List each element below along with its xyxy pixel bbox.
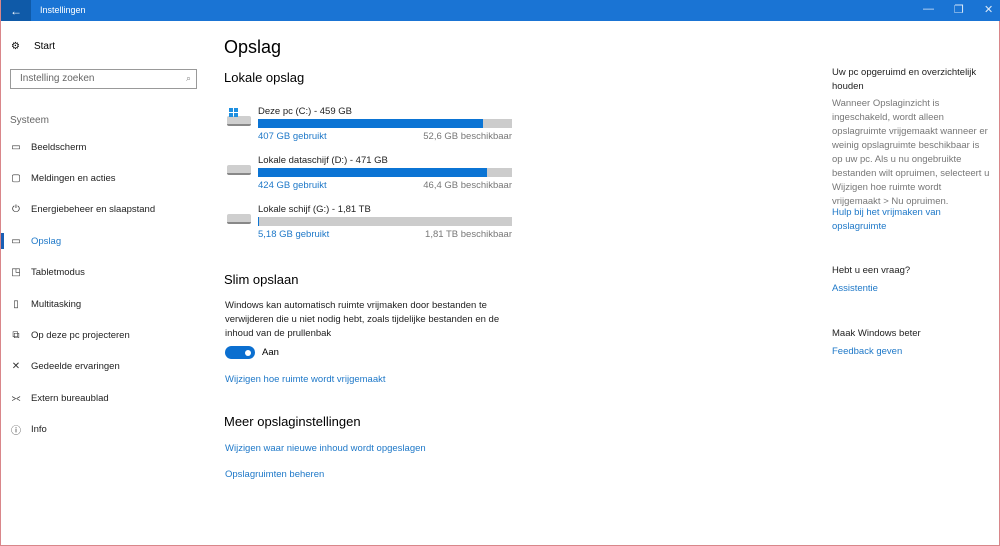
drive-used: 424 GB gebruikt <box>258 180 327 191</box>
tidy-heading: Uw pc opgeruimd en overzichtelijk houden <box>832 67 977 92</box>
search-placeholder: Instelling zoeken <box>20 73 95 84</box>
back-arrow-icon: ← <box>10 3 22 18</box>
sidebar-item-gedeelde-ervaringen[interactable]: ✕ Gedeelde ervaringen <box>1 357 211 377</box>
title-bar: ← Instellingen — ❐ ✕ <box>1 0 1000 21</box>
search-icon[interactable]: ⌕ <box>186 73 191 84</box>
drive-icon <box>227 214 251 224</box>
local-storage-heading: Lokale opslag <box>224 70 305 85</box>
drive-item[interactable]: Lokale schijf (G:) - 1,81 TB 5,18 GB geb… <box>225 204 515 244</box>
drive-used: 5,18 GB gebruikt <box>258 229 330 240</box>
gear-icon: ⚙ <box>11 41 20 52</box>
drive-free: 46,4 GB beschikbaar <box>423 180 512 191</box>
improve-heading: Maak Windows beter <box>832 328 921 339</box>
drive-usage-fill <box>258 217 259 226</box>
manage-storage-spaces-link[interactable]: Opslagruimten beheren <box>225 469 324 480</box>
drive-item[interactable]: Lokale dataschijf (D:) - 471 GB 424 GB g… <box>225 155 515 195</box>
drive-name: Lokale schijf (G:) - 1,81 TB <box>258 204 371 215</box>
sidebar-item-op-deze-pc-projecteren[interactable]: ⧉ Op deze pc projecteren <box>1 325 211 345</box>
drive-used: 407 GB gebruikt <box>258 131 327 142</box>
smart-storage-heading: Slim opslaan <box>224 272 299 287</box>
drive-icon <box>227 116 251 126</box>
assistance-link[interactable]: Assistentie <box>832 283 878 294</box>
feedback-link[interactable]: Feedback geven <box>832 346 902 357</box>
free-space-help-link[interactable]: Hulp bij het vrijmaken van opslagruimte <box>832 206 982 234</box>
change-free-space-link[interactable]: Wijzigen hoe ruimte wordt vrijgemaakt <box>225 374 386 385</box>
storage-icon: ▭ <box>11 235 21 247</box>
drive-name: Lokale dataschijf (D:) - 471 GB <box>258 155 388 166</box>
maximize-button[interactable]: ❐ <box>954 3 964 16</box>
drive-item[interactable]: Deze pc (C:) - 459 GB 407 GB gebruikt 52… <box>225 106 515 146</box>
sidebar-item-multitasking[interactable]: ▯ Multitasking <box>1 294 211 314</box>
minimize-button[interactable]: — <box>923 3 934 15</box>
windows-logo-icon <box>229 108 238 117</box>
smart-storage-description: Windows kan automatisch ruimte vrijmaken… <box>225 300 500 339</box>
sidebar-item-tabletmodus[interactable]: ◳ Tabletmodus <box>1 263 211 283</box>
sidebar-item-label: Opslag <box>31 235 62 247</box>
more-storage-heading: Meer opslaginstellingen <box>224 414 361 429</box>
change-save-location-link[interactable]: Wijzigen waar nieuwe inhoud wordt opgesl… <box>225 443 426 454</box>
section-label: Systeem <box>10 115 49 126</box>
sidebar-item-label: Beeldscherm <box>31 141 87 153</box>
sidebar-item-info[interactable]: ⓘ Info <box>1 420 211 440</box>
sidebar-item-label: Energiebeheer en slaapstand <box>31 204 156 216</box>
page-title: Opslag <box>224 37 282 57</box>
sidebar-item-label: Tabletmodus <box>31 267 85 279</box>
drive-usage-bar <box>258 217 512 226</box>
sidebar-item-label: Gedeelde ervaringen <box>31 361 120 373</box>
toggle-state-label: Aan <box>262 347 279 358</box>
notification-icon: ▢ <box>11 172 21 184</box>
drive-free: 1,81 TB beschikbaar <box>425 229 512 240</box>
back-button[interactable]: ← <box>1 0 31 21</box>
search-input[interactable]: Instelling zoeken ⌕ <box>10 69 197 89</box>
sidebar-item-opslag[interactable]: ▭ Opslag <box>1 231 211 251</box>
smart-storage-toggle[interactable] <box>225 346 255 359</box>
sidebar-item-label: Extern bureaublad <box>31 392 109 404</box>
drive-icon <box>227 165 251 175</box>
monitor-icon: ▭ <box>11 141 21 153</box>
tidy-text: Wanneer Opslaginzicht is ingeschakeld, w… <box>832 98 990 207</box>
sidebar-item-label: Info <box>31 424 47 436</box>
power-icon: ⏻ <box>12 204 20 216</box>
tablet-icon: ◳ <box>11 267 21 279</box>
sidebar-item-label: Op deze pc projecteren <box>31 329 130 341</box>
sidebar-item-label: Multitasking <box>31 298 82 310</box>
sidebar-item-beeldscherm[interactable]: ▭ Beeldscherm <box>1 137 211 157</box>
remote-desktop-icon: ⪥ <box>11 392 21 404</box>
question-heading: Hebt u een vraag? <box>832 265 911 276</box>
sidebar-item-meldingen-en-acties[interactable]: ▢ Meldingen en acties <box>1 168 211 188</box>
sidebar-start[interactable]: ⚙ Start <box>11 41 55 52</box>
shared-icon: ✕ <box>11 361 21 373</box>
window-title: Instellingen <box>40 5 86 15</box>
drive-usage-fill <box>258 119 484 128</box>
sidebar-item-energiebeheer-en-slaapstand[interactable]: ⏻ Energiebeheer en slaapstand <box>1 200 211 220</box>
sidebar-item-extern-bureaublad[interactable]: ⪥ Extern bureaublad <box>1 388 211 408</box>
drive-usage-fill <box>258 168 487 177</box>
drive-usage-bar <box>258 119 512 128</box>
drive-name: Deze pc (C:) - 459 GB <box>258 106 352 117</box>
start-label: Start <box>33 41 56 52</box>
project-icon: ⧉ <box>12 329 20 341</box>
drive-free: 52,6 GB beschikbaar <box>423 131 512 142</box>
close-button[interactable]: ✕ <box>984 3 993 16</box>
info-icon: ⓘ <box>11 426 21 438</box>
drive-usage-bar <box>258 168 512 177</box>
sidebar-item-label: Meldingen en acties <box>31 172 116 184</box>
multitasking-icon: ▯ <box>13 298 19 310</box>
